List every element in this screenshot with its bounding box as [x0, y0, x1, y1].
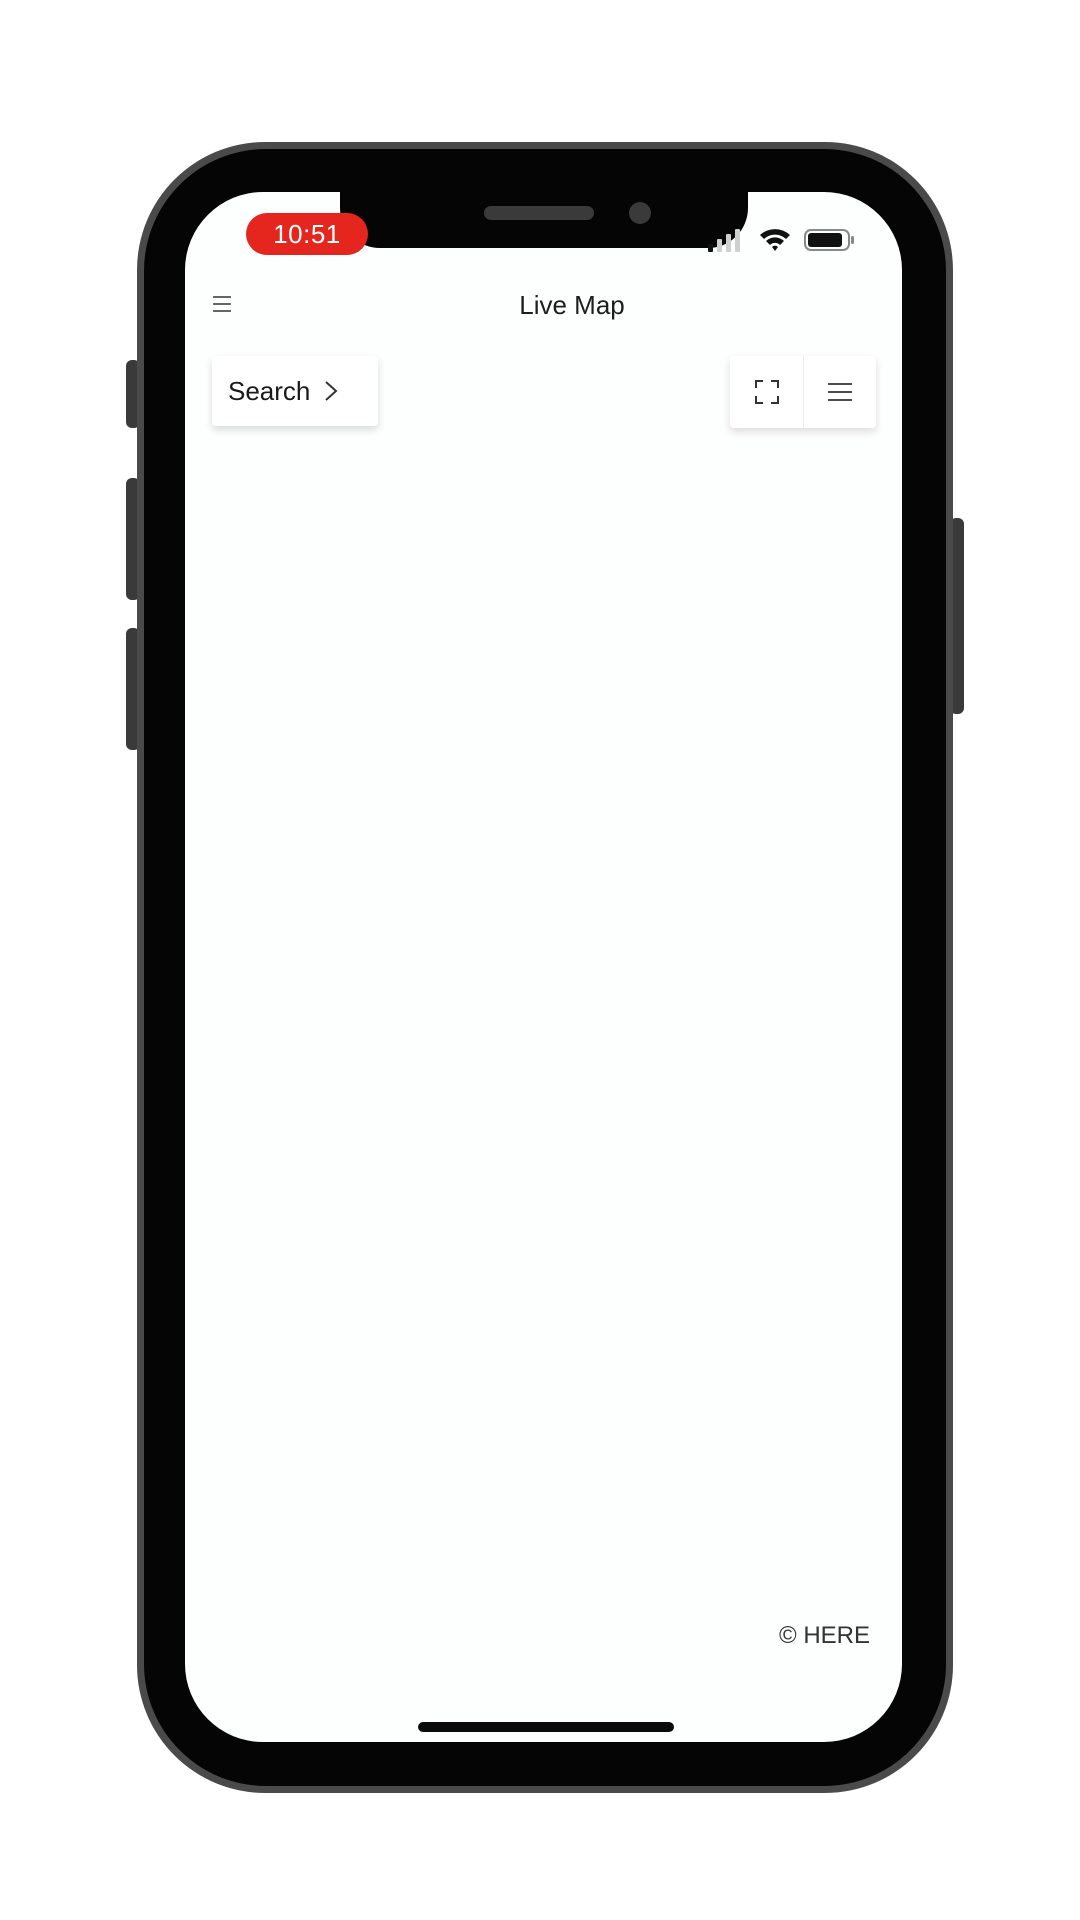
- front-camera: [629, 202, 651, 224]
- map-copyright: © HERE: [778, 1622, 870, 1649]
- chevron-right-icon: [325, 381, 338, 401]
- home-indicator[interactable]: [418, 1722, 674, 1732]
- battery-icon: [804, 229, 854, 251]
- status-time: 10:51: [246, 213, 368, 255]
- speaker-grille: [484, 206, 594, 220]
- page-title: Live Map: [519, 290, 625, 320]
- search-label: Search: [228, 375, 311, 406]
- list-menu-icon: [828, 383, 852, 401]
- hamburger-menu-icon[interactable]: [212, 294, 232, 314]
- signal-icon: [708, 229, 740, 252]
- layers-menu-button[interactable]: [803, 356, 876, 428]
- wifi-icon: [760, 229, 790, 251]
- device-mockup: 10:51 Live Map Search © HERE: [0, 0, 1080, 1920]
- fullscreen-icon: [754, 380, 779, 404]
- fullscreen-button[interactable]: [730, 356, 803, 428]
- search-button[interactable]: Search: [212, 356, 378, 426]
- map-control-group: [730, 356, 876, 428]
